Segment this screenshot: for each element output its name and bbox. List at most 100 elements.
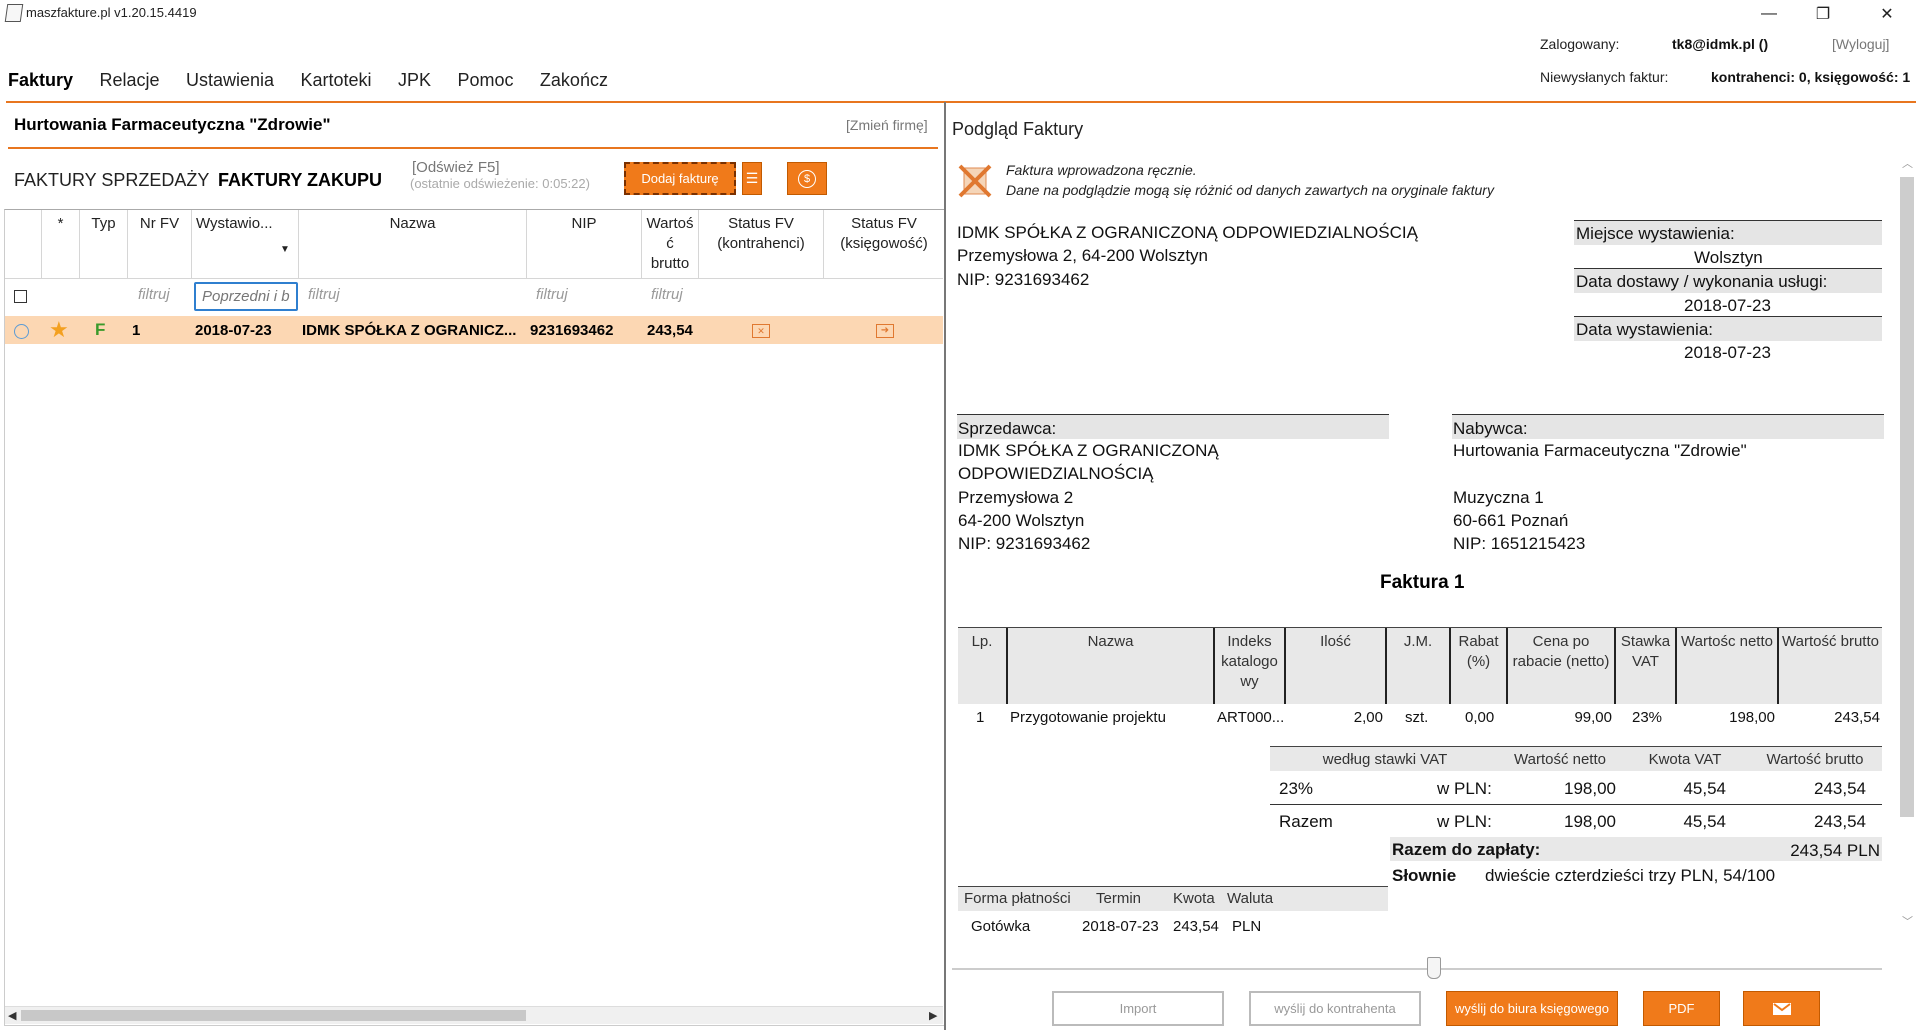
pay-th-amount: Kwota xyxy=(1173,890,1215,907)
logged-user: tk8@idmk.pl () xyxy=(1672,36,1769,52)
scroll-right-arrow[interactable]: ▶ xyxy=(929,1009,937,1022)
currency-button[interactable]: $ xyxy=(787,162,827,195)
sum-kwota: 45,54 xyxy=(1683,812,1726,831)
col-status-kontrahenci[interactable]: Status FV (kontrahenci) xyxy=(699,210,824,278)
col-star[interactable]: * xyxy=(42,210,80,278)
refresh-link[interactable]: [Odśwież F5] xyxy=(412,159,500,176)
issuer-nip: NIP: 9231693462 xyxy=(957,270,1090,289)
scroll-thumb[interactable] xyxy=(21,1010,526,1021)
col-nip[interactable]: NIP xyxy=(527,210,642,278)
close-button[interactable]: ✕ xyxy=(1864,0,1910,28)
place-label: Miejsce wystawienia: xyxy=(1576,224,1735,243)
notice-line1: Faktura wprowadzona ręcznie. xyxy=(1006,162,1197,178)
last-refresh: (ostatnie odświeżenie: 0:05:22) xyxy=(410,176,590,191)
menu-relacje[interactable]: Relacje xyxy=(99,70,159,90)
menu-jpk[interactable]: JPK xyxy=(398,70,431,90)
filter-date-input[interactable]: Poprzedni i b xyxy=(194,282,298,311)
vat-th-brutto: Wartość brutto xyxy=(1766,751,1864,768)
pay-amount: 243,54 xyxy=(1173,918,1219,935)
col-wartosc[interactable]: Wartoś ć brutto xyxy=(642,210,699,278)
sum-label: Razem xyxy=(1279,812,1333,831)
filter-nip[interactable]: filtruj xyxy=(536,286,568,303)
th-stawka: Stawka VAT xyxy=(1620,633,1671,670)
menu-zakoncz[interactable]: Zakończ xyxy=(540,70,608,90)
pdf-button[interactable]: PDF xyxy=(1643,991,1720,1026)
seller-line3: Przemysłowa 2 xyxy=(958,488,1074,507)
scroll-left-arrow[interactable]: ◀ xyxy=(8,1009,16,1022)
manual-invoice-icon xyxy=(958,164,992,198)
email-button[interactable] xyxy=(1743,991,1820,1026)
menu-kartoteki[interactable]: Kartoteki xyxy=(300,70,371,90)
col-typ[interactable]: Typ xyxy=(80,210,128,278)
col-wystawiono[interactable]: Wystawio... ▼ xyxy=(192,210,299,278)
coin-icon: $ xyxy=(798,169,816,188)
preview-title: Podgląd Faktury xyxy=(952,119,1084,139)
issue-value: 2018-07-23 xyxy=(1684,343,1771,362)
maximize-button[interactable]: ❐ xyxy=(1800,0,1846,28)
menu-pomoc[interactable]: Pomoc xyxy=(457,70,513,90)
send-contractor-button[interactable]: wyślij do kontrahenta xyxy=(1249,991,1421,1026)
pay-form: Gotówka xyxy=(971,918,1031,935)
import-button[interactable]: Import xyxy=(1052,991,1224,1026)
row-radio[interactable] xyxy=(14,324,29,339)
menu-ustawienia[interactable]: Ustawienia xyxy=(186,70,274,90)
row-wartosc: 243,54 xyxy=(647,321,693,339)
zoom-slider-track[interactable] xyxy=(952,968,1882,970)
th-netto: Wartośc netto xyxy=(1681,633,1773,650)
pay-th-currency: Waluta xyxy=(1227,890,1274,907)
scroll-down-arrow[interactable]: ﹀ xyxy=(1902,913,1913,929)
horizontal-scrollbar[interactable]: ◀ ▶ xyxy=(5,1006,943,1024)
col-status-ksiegowosc[interactable]: Status FV (księgowość) xyxy=(824,210,944,278)
status-accounting-icon[interactable]: ➜ xyxy=(876,324,894,338)
col-nr[interactable]: Nr FV xyxy=(128,210,192,278)
item-nazwa: Przygotowanie projektu xyxy=(1010,709,1166,726)
send-office-button[interactable]: wyślij do biura księgowego xyxy=(1446,991,1618,1026)
menu-divider xyxy=(6,101,1916,103)
tab-sales-invoices[interactable]: FAKTURY SPRZEDAŻY xyxy=(14,170,209,191)
pay-currency: PLN xyxy=(1232,918,1262,935)
item-cena: 99,00 xyxy=(1574,709,1612,726)
buyer-line1: Hurtowania Farmaceutyczna "Zdrowie" xyxy=(1453,441,1747,460)
minimize-button[interactable]: — xyxy=(1746,0,1792,28)
star-icon[interactable]: ★ xyxy=(49,317,69,343)
vat-row-divider xyxy=(1270,804,1882,805)
logout-link[interactable]: [Wyloguj] xyxy=(1832,36,1889,52)
tab-purchase-invoices[interactable]: FAKTURY ZAKUPU xyxy=(218,170,382,191)
status-contractor-icon[interactable]: ✕ xyxy=(752,324,770,338)
change-company-link[interactable]: [Zmień firmę] xyxy=(846,117,928,133)
item-jm: szt. xyxy=(1405,709,1429,726)
filter-nr[interactable]: filtruj xyxy=(138,286,170,303)
seller-label: Sprzedawca: xyxy=(958,419,1057,438)
to-pay-value: 243,54 PLN xyxy=(1790,841,1880,860)
vertical-scrollbar[interactable]: ︿ ﹀ xyxy=(1898,155,1916,935)
row-nazwa: IDMK SPÓŁKA Z OGRANICZ... xyxy=(302,321,517,339)
select-all-checkbox[interactable] xyxy=(14,290,27,303)
list-menu-button[interactable]: ☰ xyxy=(742,162,762,195)
zoom-slider-thumb[interactable] xyxy=(1427,957,1441,979)
vat-th-kwota: Kwota VAT xyxy=(1648,751,1722,768)
vat-brutto: 243,54 xyxy=(1814,779,1866,798)
vat-kwota: 45,54 xyxy=(1683,779,1726,798)
pay-th-form: Forma płatności xyxy=(964,890,1071,907)
issuer-address: Przemysłowa 2, 64-200 Wolsztyn xyxy=(957,246,1209,265)
th-nazwa: Nazwa xyxy=(1087,633,1134,650)
col-wystawiono-label: Wystawio... xyxy=(196,215,273,232)
add-invoice-button[interactable]: Dodaj fakturę xyxy=(624,162,736,195)
th-rabat: Rabat (%) xyxy=(1458,633,1499,670)
menu-faktury[interactable]: Faktury xyxy=(8,70,73,90)
col-nazwa[interactable]: Nazwa xyxy=(299,210,527,278)
invoice-title: Faktura 1 xyxy=(1380,572,1465,593)
place-value: Wolsztyn xyxy=(1694,248,1763,267)
item-rabat: 0,00 xyxy=(1465,709,1495,726)
window-title: maszfakture.pl v1.20.15.4419 xyxy=(26,5,197,20)
buyer-label: Nabywca: xyxy=(1453,419,1528,438)
buyer-line5: NIP: 1651215423 xyxy=(1453,534,1586,553)
filter-wartosc[interactable]: filtruj xyxy=(651,286,683,303)
panel-splitter[interactable] xyxy=(944,102,946,1030)
item-lp: 1 xyxy=(976,709,985,726)
vscroll-thumb[interactable] xyxy=(1900,177,1914,817)
vat-th-rate: według stawki VAT xyxy=(1322,751,1448,768)
vat-th-netto: Wartość netto xyxy=(1514,751,1606,768)
scroll-up-arrow[interactable]: ︿ xyxy=(1902,155,1913,171)
filter-nazwa[interactable]: filtruj xyxy=(308,286,340,303)
